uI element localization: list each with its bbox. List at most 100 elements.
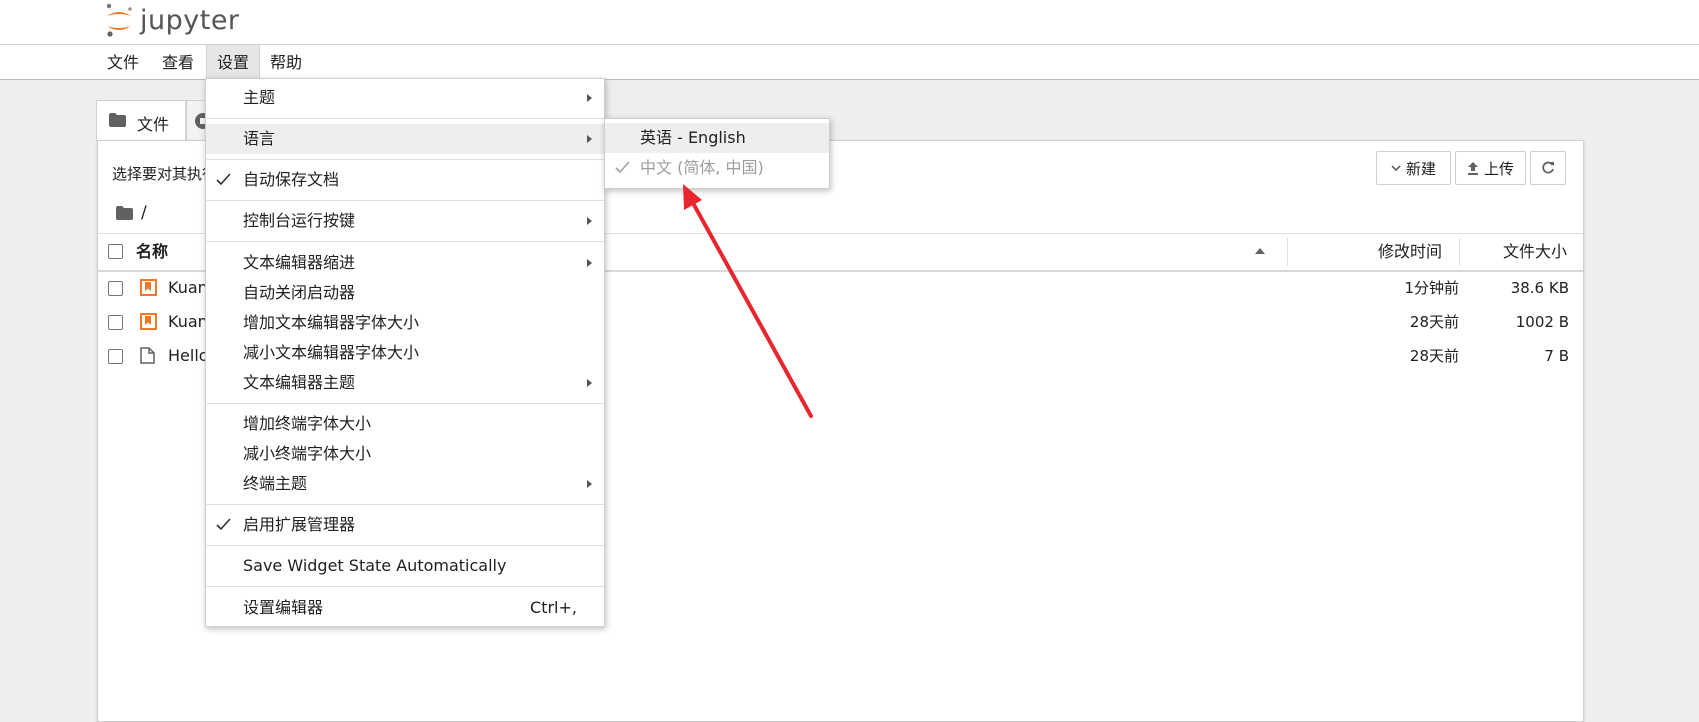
column-modified-header[interactable]: 修改时间 <box>1378 234 1442 270</box>
logo-text: jupyter <box>140 4 240 36</box>
jupyter-logo[interactable]: jupyter <box>104 0 240 40</box>
file-modified: 28天前 <box>1409 347 1459 365</box>
menu-item-editor-theme[interactable]: 文本编辑器主题 <box>206 368 604 398</box>
menu-item-editor-indent[interactable]: 文本编辑器缩进 <box>206 248 604 278</box>
settings-menu: 主题 语言 自动保存文档 控制台运行按键 文本编辑器缩进 自动关闭启动器 增加文… <box>205 78 605 627</box>
submenu-arrow-icon <box>587 135 592 143</box>
new-button[interactable]: 新建 <box>1376 151 1451 185</box>
jupyter-logo-icon <box>106 3 132 37</box>
upload-icon <box>1467 162 1478 175</box>
column-divider[interactable] <box>1287 238 1288 266</box>
submenu-arrow-icon <box>587 217 592 225</box>
checkmark-icon <box>216 173 231 186</box>
menu-item-console-run-keys[interactable]: 控制台运行按键 <box>206 206 604 236</box>
breadcrumb-root[interactable]: / <box>141 203 147 223</box>
checkmark-icon <box>216 518 231 531</box>
refresh-icon <box>1542 161 1554 174</box>
menu-separator <box>206 241 604 242</box>
menu-item-label: 减小文本编辑器字体大小 <box>243 343 420 362</box>
folder-icon[interactable] <box>116 206 133 220</box>
menu-item-autosave[interactable]: 自动保存文档 <box>206 165 604 195</box>
submenu-arrow-icon <box>587 259 592 267</box>
tab-files-label: 文件 <box>137 115 170 134</box>
menu-item-label: 中文 (简体, 中国) <box>640 158 764 177</box>
menu-settings[interactable]: 设置 <box>206 45 261 79</box>
menu-item-label: 语言 <box>243 129 276 148</box>
file-name[interactable]: Kuan <box>168 271 208 305</box>
menu-item-label: 自动关闭启动器 <box>243 283 356 302</box>
column-name-header[interactable]: 名称 <box>136 234 168 270</box>
file-name[interactable]: Kuan <box>168 305 208 339</box>
row-checkbox[interactable] <box>108 315 123 330</box>
menu-item-label: 增加文本编辑器字体大小 <box>243 313 420 332</box>
menu-bar: 文件 查看 设置 帮助 <box>0 45 1699 80</box>
menu-item-decrease-editor-font[interactable]: 减小文本编辑器字体大小 <box>206 338 604 368</box>
menu-item-label: 文本编辑器主题 <box>243 373 356 392</box>
file-size: 7 B <box>1544 347 1569 365</box>
file-size: 1002 B <box>1515 313 1569 331</box>
refresh-button[interactable] <box>1530 151 1566 185</box>
breadcrumb: / <box>116 203 147 223</box>
language-option-english[interactable]: 英语 - English <box>605 123 829 153</box>
upload-button-label: 上传 <box>1483 159 1514 178</box>
menu-item-label: 启用扩展管理器 <box>243 515 356 534</box>
file-size: 38.6 KB <box>1510 279 1569 297</box>
menu-item-label: 设置编辑器 <box>243 598 324 617</box>
file-name[interactable]: Hello <box>168 339 209 373</box>
menu-item-decrease-terminal-font[interactable]: 减小终端字体大小 <box>206 439 604 469</box>
row-checkbox[interactable] <box>108 281 123 296</box>
menu-item-label: 增加终端字体大小 <box>243 414 372 433</box>
menu-separator <box>206 545 604 546</box>
menu-item-terminal-theme[interactable]: 终端主题 <box>206 469 604 499</box>
language-submenu: 英语 - English 中文 (简体, 中国) <box>604 118 830 189</box>
file-modified: 1分钟前 <box>1404 279 1459 297</box>
chevron-down-icon <box>1391 164 1401 171</box>
select-all-checkbox[interactable] <box>108 244 123 259</box>
menu-item-save-widget-state[interactable]: Save Widget State Automatically <box>206 551 604 581</box>
menu-view[interactable]: 查看 <box>152 45 204 79</box>
file-icon <box>140 347 155 364</box>
menu-file[interactable]: 文件 <box>97 45 149 79</box>
menu-item-label: 控制台运行按键 <box>243 211 356 230</box>
menu-item-label: 主题 <box>243 88 276 107</box>
submenu-arrow-icon <box>587 480 592 488</box>
menu-item-label: 文本编辑器缩进 <box>243 253 356 272</box>
menu-help[interactable]: 帮助 <box>260 45 312 79</box>
menu-item-increase-editor-font[interactable]: 增加文本编辑器字体大小 <box>206 308 604 338</box>
menu-item-label: 终端主题 <box>243 474 308 493</box>
top-bar: jupyter <box>0 0 1699 45</box>
menu-item-increase-terminal-font[interactable]: 增加终端字体大小 <box>206 409 604 439</box>
menu-item-label: Save Widget State Automatically <box>243 556 507 575</box>
menu-separator <box>206 403 604 404</box>
row-checkbox[interactable] <box>108 349 123 364</box>
menu-item-extension-manager[interactable]: 启用扩展管理器 <box>206 510 604 540</box>
menu-item-theme[interactable]: 主题 <box>206 83 604 113</box>
menu-separator <box>206 200 604 201</box>
submenu-arrow-icon <box>587 379 592 387</box>
checkmark-icon <box>615 161 630 174</box>
menu-item-label: 减小终端字体大小 <box>243 444 372 463</box>
menu-separator <box>206 118 604 119</box>
menu-separator <box>206 586 604 587</box>
menu-item-language[interactable]: 语言 <box>206 124 604 154</box>
column-divider[interactable] <box>1459 238 1460 266</box>
file-modified: 28天前 <box>1409 313 1459 331</box>
tab-files[interactable]: 文件 <box>96 100 186 141</box>
menu-item-shortcut: Ctrl+, <box>530 598 577 617</box>
upload-button[interactable]: 上传 <box>1455 151 1526 185</box>
menu-item-label: 英语 - English <box>640 128 746 147</box>
notebook-icon <box>140 313 157 330</box>
language-option-chinese[interactable]: 中文 (简体, 中国) <box>605 153 829 183</box>
folder-icon <box>109 113 126 127</box>
selection-hint: 选择要对其执行 <box>112 165 218 183</box>
menu-item-auto-close-launcher[interactable]: 自动关闭启动器 <box>206 278 604 308</box>
menu-item-settings-editor[interactable]: 设置编辑器 Ctrl+, <box>206 593 604 623</box>
sort-ascending-icon[interactable] <box>1255 248 1265 254</box>
menu-separator <box>206 504 604 505</box>
new-button-label: 新建 <box>1405 159 1436 178</box>
menu-item-label: 自动保存文档 <box>243 170 340 189</box>
menu-separator <box>206 159 604 160</box>
submenu-arrow-icon <box>587 94 592 102</box>
notebook-icon <box>140 279 157 296</box>
column-size-header[interactable]: 文件大小 <box>1503 234 1567 270</box>
